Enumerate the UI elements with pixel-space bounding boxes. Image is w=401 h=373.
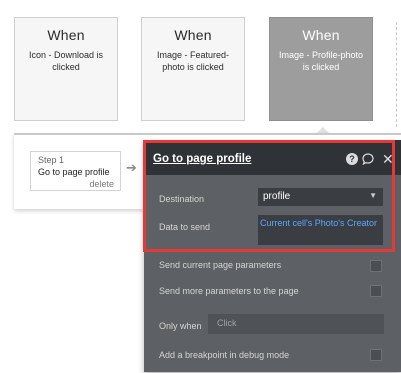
event-card-download[interactable]: When Icon - Download is clicked [14,17,118,121]
only-when-input[interactable]: Click [208,314,384,334]
send-current-params-label: Send current page parameters [159,260,282,270]
step-name: Go to page profile [38,167,110,177]
arrow-right-icon: ➔ [126,160,137,175]
breakpoint-checkbox[interactable] [370,349,382,361]
step-card[interactable]: Step 1 Go to page profile delete [30,151,121,191]
lane-divider [396,22,397,127]
highlight-box [143,140,395,252]
event-card-featured-photo[interactable]: When Image - Featured-photo is clicked [141,17,245,121]
breakpoint-label: Add a breakpoint in debug mode [159,350,290,360]
send-more-params-checkbox[interactable] [370,285,382,297]
event-card-description: Icon - Download is clicked [28,50,104,72]
event-card-title: When [174,27,212,43]
step-delete-link[interactable]: delete [89,179,114,189]
event-card-description: Image - Profile-photo is clicked [278,50,364,72]
send-more-params-label: Send more parameters to the page [159,286,299,296]
send-current-params-checkbox[interactable] [370,260,382,272]
event-card-description: Image - Featured-photo is clicked [156,50,230,72]
event-card-title: When [47,27,85,43]
event-card-title: When [302,27,340,43]
event-card-profile-photo[interactable]: When Image - Profile-photo is clicked [269,17,373,121]
step-number: Step 1 [38,155,65,165]
only-when-label: Only when [159,321,202,331]
